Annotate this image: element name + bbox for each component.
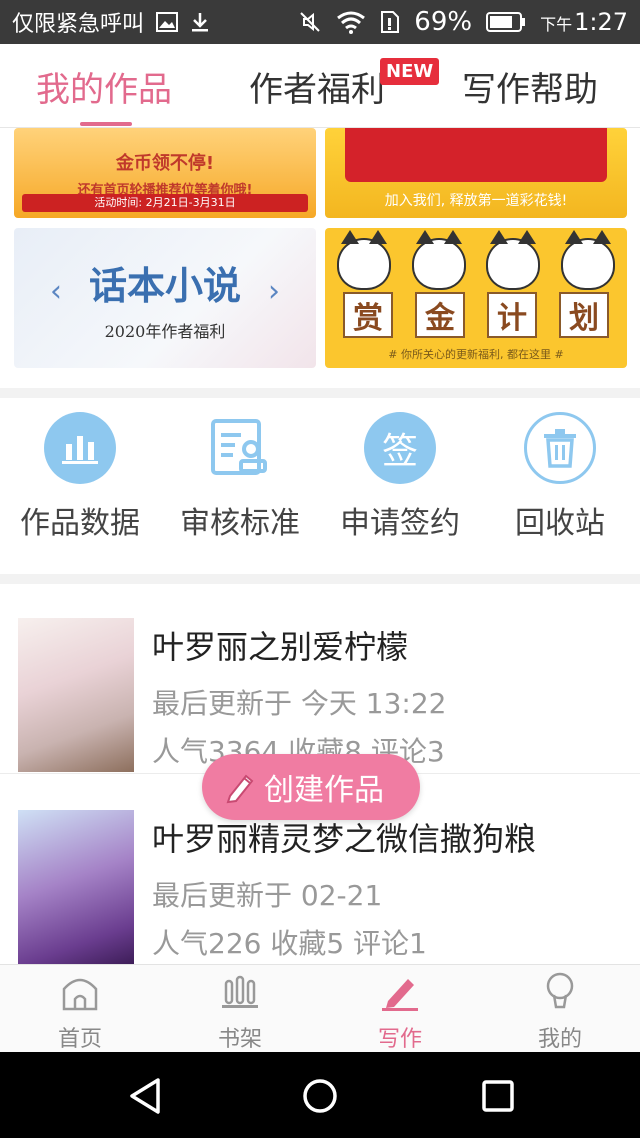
home-icon <box>62 978 98 1011</box>
back-icon[interactable] <box>126 1076 166 1116</box>
promo-banners: 金币领不停! 还有首页轮播推荐位等着你哦! 活动时间: 2月21日-3月31日 … <box>0 128 640 390</box>
section-divider <box>0 574 640 584</box>
battery-icon <box>486 12 526 32</box>
book-cover <box>18 618 134 772</box>
carrier-label: 仅限紧急呼叫 <box>12 12 145 37</box>
tool-recycle-bin[interactable]: 回收站 <box>480 412 640 542</box>
sign-icon: 签 <box>364 412 436 484</box>
nav-profile[interactable]: 我的 <box>480 971 640 1053</box>
cat-illustrations <box>337 230 615 290</box>
create-work-button[interactable]: 创建作品 <box>202 754 420 820</box>
banner-gold-headline: 金币领不停! <box>115 152 215 174</box>
nav-home[interactable]: 首页 <box>0 971 160 1053</box>
bounty-card: 金 <box>415 292 465 338</box>
pen-icon <box>226 774 254 804</box>
work-updated: 最后更新于 02-21 <box>152 879 383 912</box>
banner-gold-date: 活动时间: 2月21日-3月31日 <box>22 194 308 212</box>
tab-author-benefits[interactable]: 作者福利 <box>249 62 385 111</box>
banner-gold-coins[interactable]: 金币领不停! 还有首页轮播推荐位等着你哦! 活动时间: 2月21日-3月31日 <box>14 128 316 218</box>
list-item[interactable]: 叶罗丽之别爱柠檬 最后更新于 今天 13:22 人气3364 收藏8 评论3 <box>0 584 640 774</box>
work-title: 叶罗丽之别爱柠檬 <box>152 628 409 666</box>
banner-net-graphic <box>345 128 607 182</box>
system-nav-bar <box>0 1052 640 1138</box>
banner-net-zone[interactable]: 加入我们, 释放第一道彩花钱! <box>325 128 627 218</box>
bounty-card: 赏 <box>343 292 393 338</box>
bottom-nav: 首页 书架 写作 我的 <box>0 964 640 1052</box>
tab-my-works[interactable]: 我的作品 <box>36 62 172 111</box>
work-title: 叶罗丽精灵梦之微信撒狗粮 <box>152 820 537 858</box>
nav-label: 写作 <box>377 1027 422 1052</box>
clock-time: 1:27 <box>574 8 628 36</box>
section-divider <box>0 388 640 398</box>
bounty-card: 计 <box>487 292 537 338</box>
tool-apply-contract[interactable]: 签 申请签约 <box>320 412 480 542</box>
recents-icon[interactable] <box>478 1076 518 1116</box>
bar-chart-icon <box>44 412 116 484</box>
nav-label: 首页 <box>57 1027 102 1052</box>
banner-net-caption: 加入我们, 释放第一道彩花钱! <box>384 193 568 209</box>
home-button-icon[interactable] <box>300 1076 340 1116</box>
tool-label: 回收站 <box>515 506 605 541</box>
review-doc-icon <box>204 412 276 484</box>
tool-review-standards[interactable]: 审核标准 <box>160 412 320 542</box>
work-stats: 人气226 收藏5 评论1 <box>152 927 427 960</box>
battery-percent: 69% <box>414 7 473 37</box>
sign-glyph: 签 <box>381 431 418 472</box>
create-work-label: 创建作品 <box>264 773 384 808</box>
nav-label: 书架 <box>217 1027 262 1052</box>
chevron-left-icon: ‹ <box>50 274 62 309</box>
status-bar: 仅限紧急呼叫 69% 下午1:27 <box>0 0 640 44</box>
tab-writing-help[interactable]: 写作帮助 <box>462 62 598 111</box>
wifi-icon <box>337 11 366 34</box>
clock: 下午1:27 <box>540 8 628 36</box>
cat-icon <box>560 230 615 290</box>
new-badge: NEW <box>380 58 440 85</box>
cat-icon <box>411 230 466 290</box>
image-notification-icon <box>156 12 179 32</box>
clock-prefix: 下午 <box>540 15 573 34</box>
tool-grid: 作品数据 审核标准 签 申请签约 回收站 <box>0 398 640 574</box>
sim-icon <box>381 11 400 33</box>
top-tab-bar: 我的作品 作者福利 NEW 写作帮助 <box>0 44 640 128</box>
banner-bounty-plan[interactable]: 赏 金 计 划 # 你所关心的更新福利, 都在这里 # <box>325 228 627 368</box>
tool-label: 申请签约 <box>340 506 460 541</box>
pen-icon <box>382 979 418 1011</box>
nav-bookshelf[interactable]: 书架 <box>160 971 320 1053</box>
banner-novel-title: 话本小说 <box>88 262 241 308</box>
banner-bounty-footer: # 你所关心的更新福利, 都在这里 # <box>388 348 564 361</box>
bounty-card: 划 <box>559 292 609 338</box>
nav-label: 我的 <box>537 1027 582 1052</box>
tool-label: 作品数据 <box>20 506 140 541</box>
bookshelf-icon <box>222 975 258 1008</box>
banner-novel-subtitle: 2020年作者福利 <box>104 321 226 341</box>
tool-work-data[interactable]: 作品数据 <box>0 412 160 542</box>
work-updated: 最后更新于 今天 13:22 <box>152 687 447 720</box>
cat-icon <box>337 230 391 290</box>
cat-icon <box>486 230 541 290</box>
trash-icon <box>524 412 596 484</box>
nav-write[interactable]: 写作 <box>320 971 480 1053</box>
banner-novel-benefits[interactable]: ‹ 话本小说 2020年作者福利 › <box>14 228 316 368</box>
download-icon <box>192 13 209 32</box>
book-cover <box>18 810 134 964</box>
profile-icon <box>546 972 574 1009</box>
tool-label: 审核标准 <box>180 506 300 541</box>
active-tab-indicator <box>80 122 132 126</box>
mute-icon <box>300 12 320 32</box>
chevron-right-icon: › <box>268 274 280 309</box>
bounty-cards: 赏 金 计 划 <box>343 292 609 338</box>
